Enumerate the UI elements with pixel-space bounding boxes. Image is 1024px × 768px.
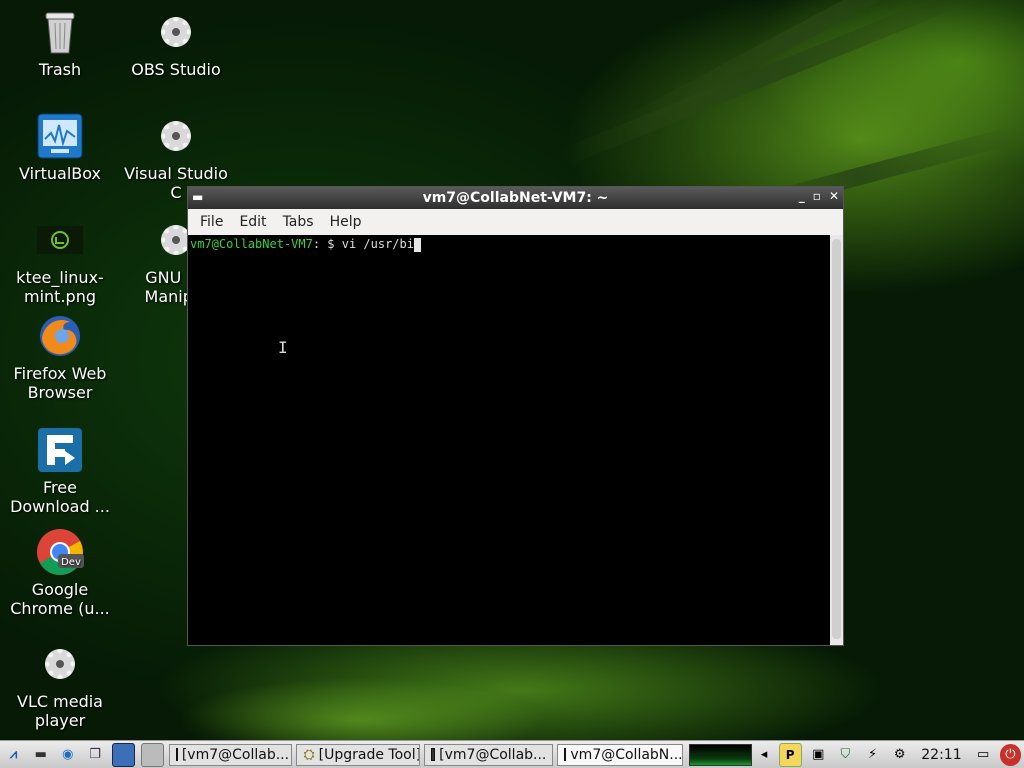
power-icon[interactable]: ⏻ xyxy=(999,743,1021,766)
window-switcher-icon[interactable]: ❐ xyxy=(84,744,105,766)
desktop-icon-obs-studio[interactable]: OBS Studio xyxy=(120,8,232,79)
desktop-icon-vlc[interactable]: VLC media player xyxy=(4,640,116,730)
network-icon[interactable]: ⚡ xyxy=(862,744,883,766)
desktop-icon-firefox[interactable]: Firefox Web Browser xyxy=(4,312,116,402)
file-manager-icon[interactable]: ▬ xyxy=(30,744,51,766)
terminal-menubar: File Edit Tabs Help xyxy=(188,209,843,235)
terminal-scrollbar[interactable] xyxy=(830,235,843,645)
task-terminal-active[interactable]: vm7@CollabN... xyxy=(557,743,683,766)
trash-icon xyxy=(36,8,84,56)
maximize-icon[interactable]: ▫ xyxy=(813,189,821,203)
desktop-icon-ktee-image[interactable]: ktee_linux-mint.png xyxy=(4,216,116,306)
virtualbox-icon xyxy=(36,112,84,160)
desktop-icon-label: ktee_linux-mint.png xyxy=(16,268,104,306)
terminal-titlebar[interactable]: ▬ vm7@CollabNet-VM7: ~ _ ▫ ✕ xyxy=(188,187,843,209)
menu-edit[interactable]: Edit xyxy=(231,214,274,230)
desktop-icon-label: Free Download ... xyxy=(10,478,110,516)
download-manager-icon xyxy=(36,426,84,474)
terminal-icon xyxy=(431,748,436,761)
upgrade-tool-icon: ⛭ xyxy=(303,746,315,763)
menu-tabs[interactable]: Tabs xyxy=(275,214,322,230)
desktop-icon-label: Firefox Web Browser xyxy=(13,364,107,402)
desktop-icon-virtualbox[interactable]: VirtualBox xyxy=(4,112,116,183)
svg-text:Dev: Dev xyxy=(61,557,81,568)
prompt-user-host: vm7@CollabNet-VM7 xyxy=(190,237,313,251)
image-file-icon xyxy=(36,216,84,264)
command-text: : $ vi /usr/bi xyxy=(312,237,414,251)
workspace-1-icon[interactable] xyxy=(111,742,135,767)
text-cursor xyxy=(413,237,421,252)
workspace-2-icon[interactable] xyxy=(140,742,164,767)
firefox-icon xyxy=(36,312,84,360)
terminal-icon xyxy=(564,748,567,761)
desktop-icon-label: Google Chrome (u... xyxy=(10,580,110,618)
ibeam-cursor-icon: I xyxy=(278,338,288,357)
terminal-icon xyxy=(175,748,178,761)
task-terminal-2[interactable]: [vm7@Collab... xyxy=(424,743,554,766)
pastebin-icon[interactable]: P xyxy=(778,742,802,767)
task-upgrade-tool[interactable]: ⛭ [Upgrade Tool] xyxy=(296,743,421,766)
gear-icon xyxy=(36,640,84,688)
network-browser-icon[interactable]: ◉ xyxy=(57,744,78,766)
start-menu-icon[interactable]: ⩘ xyxy=(3,744,24,766)
task-terminal-1[interactable]: [vm7@Collab... xyxy=(168,743,293,766)
window-menu-icon[interactable]: ▬ xyxy=(192,190,203,204)
cpu-monitor-graph xyxy=(688,743,753,766)
gear-icon xyxy=(152,112,200,160)
terminal-window[interactable]: ▬ vm7@CollabNet-VM7: ~ _ ▫ ✕ File Edit T… xyxy=(187,186,844,646)
desktop-icon-trash[interactable]: Trash xyxy=(4,8,116,79)
desktop-icon-google-chrome[interactable]: Dev Google Chrome (u... xyxy=(4,528,116,618)
shield-icon[interactable]: ⛉ xyxy=(835,744,856,766)
terminal-output[interactable]: vm7@CollabNet-VM7: $ vi /usr/bi xyxy=(188,235,830,645)
chrome-icon: Dev xyxy=(36,528,84,576)
gear-icon xyxy=(152,8,200,56)
settings-gear-icon[interactable]: ⚙ xyxy=(889,744,910,766)
scrollbar-thumb[interactable] xyxy=(832,239,841,639)
display-icon[interactable]: ▭ xyxy=(973,744,994,766)
clipboard-icon[interactable]: ▣ xyxy=(808,744,829,766)
taskbar: ⩘ ▬ ◉ ❐ [vm7@Collab... ⛭ [Upgrade Tool] [… xyxy=(0,740,1024,768)
wallpaper-streak xyxy=(556,0,990,168)
sound-icon[interactable]: ◂ xyxy=(753,744,774,766)
menu-help[interactable]: Help xyxy=(322,214,370,230)
window-title: vm7@CollabNet-VM7: ~ xyxy=(422,190,609,206)
close-icon[interactable]: ✕ xyxy=(829,189,839,203)
clock[interactable]: 22:11 xyxy=(921,747,961,763)
desktop-icon-label: Trash xyxy=(38,60,82,79)
desktop-icon-label: VLC media player xyxy=(17,692,103,730)
minimize-icon[interactable]: _ xyxy=(799,189,805,203)
menu-file[interactable]: File xyxy=(192,214,231,230)
desktop-icon-label: VirtualBox xyxy=(18,164,102,183)
desktop-icon-free-download-manager[interactable]: Free Download ... xyxy=(4,426,116,516)
desktop-icon-label: OBS Studio xyxy=(131,60,221,79)
